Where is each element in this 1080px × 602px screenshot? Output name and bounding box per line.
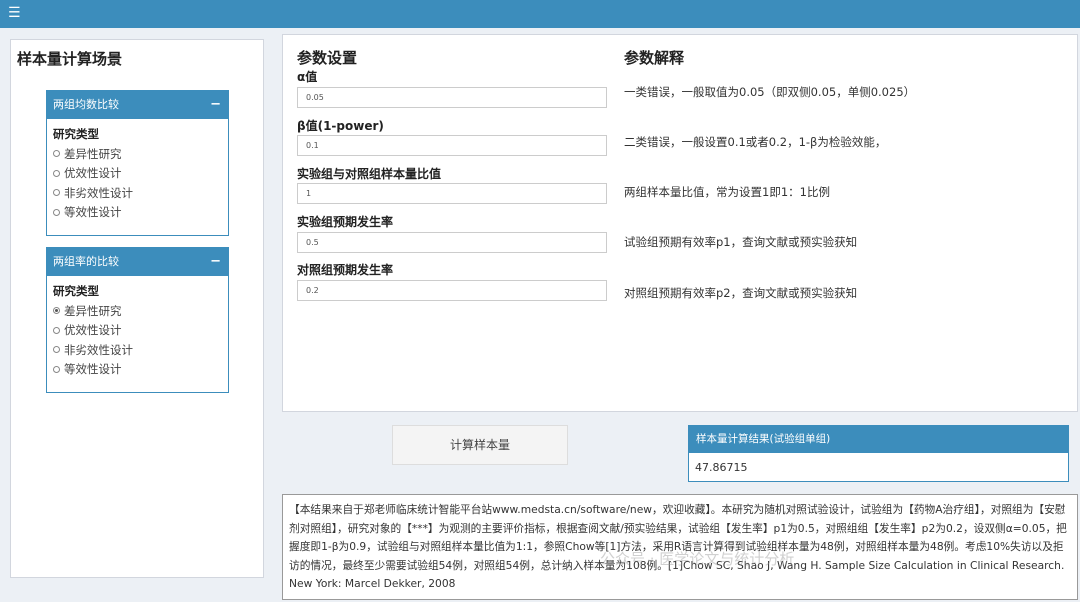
radio-option[interactable]: 差异性研究 [53,301,222,321]
radio-button[interactable] [53,365,60,373]
radio-label: 非劣效性设计 [64,185,133,200]
radio-label: 优效性设计 [64,166,122,181]
beta-input[interactable]: 0.1 [297,135,607,156]
radio-button[interactable] [53,346,60,354]
p1-input[interactable]: 0.5 [297,232,607,253]
beta-explanation: 二类错误，一般设置0.1或者0.2，1-β为检验效能， [624,135,887,149]
top-navbar: ☰ [0,0,1080,28]
parameter-panel: 参数设置 参数解释 α值 0.05 一类错误，一般取值为0.05（即双侧0.05… [282,34,1078,412]
alpha-label: α值 [297,70,318,84]
p1-label: 实验组预期发生率 [297,215,394,229]
hamburger-icon[interactable]: ☰ [8,4,21,22]
radio-label: 差异性研究 [64,146,122,161]
summary-text: 【本结果来自于郑老师临床统计智能平台站www.medsta.cn/softwar… [282,494,1078,600]
radio-option[interactable]: 优效性设计 [53,321,222,341]
two-rates-box-title: 两组率的比较 [53,255,119,268]
radio-label: 等效性设计 [64,205,122,220]
beta-label: β值(1-power) [297,119,384,133]
radio-label: 等效性设计 [64,362,122,377]
radio-label: 差异性研究 [64,303,122,318]
radio-button[interactable] [53,189,60,197]
radio-button[interactable] [53,208,60,216]
explanation-title: 参数解释 [624,49,685,67]
radio-button[interactable] [53,326,60,334]
p1-explanation: 试验组预期有效率p1，查询文献或预实验获知 [624,235,858,249]
ratio-input[interactable]: 1 [297,183,607,204]
result-value: 47.86715 [695,461,748,474]
collapse-icon[interactable]: − [210,248,221,276]
alpha-input[interactable]: 0.05 [297,87,607,108]
calculate-sample-size-button[interactable]: 计算样本量 [392,425,568,465]
p2-input[interactable]: 0.2 [297,280,607,301]
collapse-icon[interactable]: − [210,91,221,119]
result-box: 样本量计算结果(试验组单组) 47.86715 [688,425,1069,482]
alpha-explanation: 一类错误，一般取值为0.05（即双侧0.05，单侧0.025） [624,85,916,99]
radio-button[interactable] [53,307,60,315]
radio-option[interactable]: 优效性设计 [53,164,222,184]
two-means-box: 两组均数比较 − 研究类型 差异性研究优效性设计非劣效性设计 等效性设计 [46,90,229,236]
sidebar-title: 样本量计算场景 [17,50,123,68]
ratio-explanation: 两组样本量比值，常为设置1即1：1比例 [624,185,830,199]
radio-label: 优效性设计 [64,323,122,338]
two-means-box-header[interactable]: 两组均数比较 − [47,91,228,119]
result-header: 样本量计算结果(试验组单组) [689,426,1068,453]
params-title: 参数设置 [297,49,358,67]
radio-option[interactable]: 等效性设计 [53,203,222,223]
radio-label: 非劣效性设计 [64,342,133,357]
p2-label: 对照组预期发生率 [297,263,394,277]
two-rates-box-header[interactable]: 两组率的比较 − [47,248,228,276]
two-rates-box: 两组率的比较 − 研究类型 差异性研究优效性设计非劣效性设计 等效性设计 [46,247,229,393]
radio-option[interactable]: 等效性设计 [53,360,222,380]
radio-button[interactable] [53,169,60,177]
radio-button[interactable] [53,150,60,158]
two-means-box-title: 两组均数比较 [53,98,119,111]
radio-option[interactable]: 差异性研究 [53,144,222,164]
scenario-sidebar: 样本量计算场景 两组均数比较 − 研究类型 差异性研究 优效性设计 非劣效性设计 等效… [10,39,264,578]
radio-option[interactable]: 非劣效性设计 [53,340,222,360]
study-type-radio-group: 差异性研究优效性设计非劣效性设计 等效性设计 [53,301,222,379]
p2-explanation: 对照组预期有效率p2，查询文献或预实验获知 [624,286,858,300]
study-type-label: 研究类型 [53,127,99,141]
ratio-label: 实验组与对照组样本量比值 [297,167,442,181]
study-type-radio-group: 差异性研究优效性设计非劣效性设计 等效性设计 [53,144,222,222]
radio-option[interactable]: 非劣效性设计 [53,183,222,203]
study-type-label: 研究类型 [53,284,99,298]
